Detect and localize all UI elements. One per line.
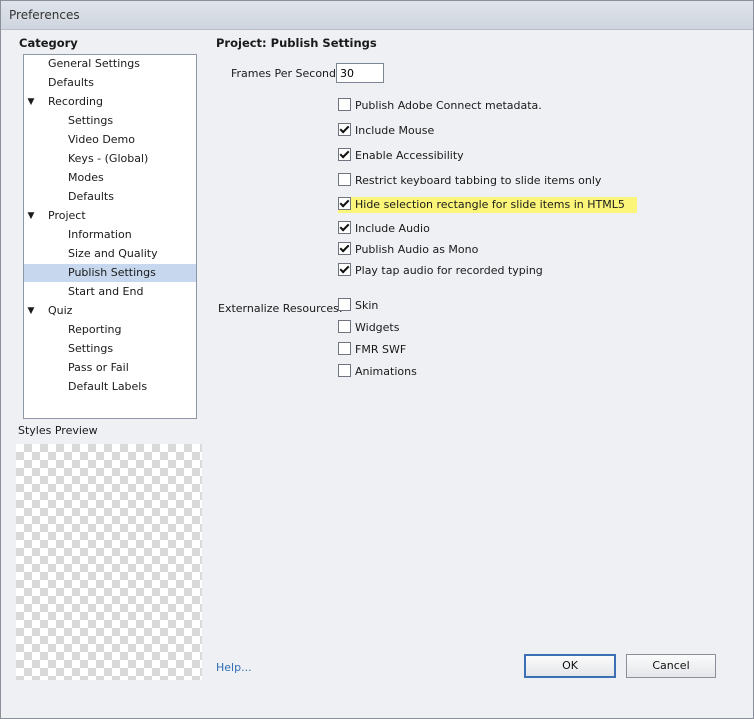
tree-item-label: Keys - (Global) xyxy=(68,152,149,165)
frames-per-second-input[interactable] xyxy=(336,63,384,83)
tree-item-reporting[interactable]: Reporting xyxy=(24,321,196,339)
tree-item-start-and-end[interactable]: Start and End xyxy=(24,283,196,301)
checkbox-label: Publish Audio as Mono xyxy=(355,243,479,256)
option-include-mouse[interactable]: Include Mouse xyxy=(338,123,434,139)
help-link[interactable]: Help... xyxy=(216,661,252,674)
tree-item-label: Reporting xyxy=(68,323,122,336)
checkbox-label: Hide selection rectangle for slide items… xyxy=(355,198,625,211)
styles-preview xyxy=(16,444,202,680)
checkbox[interactable] xyxy=(338,221,351,234)
checkbox[interactable] xyxy=(338,98,351,111)
tree-item-label: Default Labels xyxy=(68,380,148,393)
checkbox[interactable] xyxy=(338,242,351,255)
externalize-resources-label: Externalize Resources: xyxy=(218,302,343,315)
checkbox[interactable] xyxy=(338,364,351,377)
category-tree[interactable]: General Settings Defaults ▼ Recording Settin… xyxy=(23,54,197,419)
checkbox-label: Publish Adobe Connect metadata. xyxy=(355,99,542,112)
category-header: Category xyxy=(19,36,78,50)
option-publish-adobe-connect-metadata[interactable]: Publish Adobe Connect metadata. xyxy=(338,98,542,114)
checkbox-label: Widgets xyxy=(355,321,400,334)
option-hide-selection-rectangle-for-slide-items-in-html5[interactable]: Hide selection rectangle for slide items… xyxy=(338,197,637,213)
tree-item-video-demo[interactable]: Video Demo xyxy=(24,131,196,149)
checkbox[interactable] xyxy=(338,173,351,186)
styles-preview-label: Styles Preview xyxy=(18,424,98,437)
tree-item-project[interactable]: ▼ Project xyxy=(24,207,196,225)
tree-item-settings[interactable]: Settings xyxy=(24,112,196,130)
tree-item-size-and-quality[interactable]: Size and Quality xyxy=(24,245,196,263)
checkbox[interactable] xyxy=(338,298,351,311)
tree-item-label: Pass or Fail xyxy=(68,361,129,374)
checkbox-label: Include Mouse xyxy=(355,124,435,137)
preferences-dialog: Preferences Category General Settings Def… xyxy=(0,0,754,719)
tree-item-label: General Settings xyxy=(48,57,140,70)
tree-item-general-settings[interactable]: General Settings xyxy=(24,55,196,73)
checkbox[interactable] xyxy=(338,148,351,161)
option-play-tap-audio-for-recorded-typing[interactable]: Play tap audio for recorded typing xyxy=(338,263,543,279)
expand-triangle-icon[interactable]: ▼ xyxy=(26,302,36,320)
option-include-audio[interactable]: Include Audio xyxy=(338,221,430,237)
tree-item-label: Settings xyxy=(68,114,114,127)
expand-triangle-icon[interactable]: ▼ xyxy=(26,207,36,225)
checkbox-label: FMR SWF xyxy=(355,343,407,356)
window-title: Preferences xyxy=(9,8,80,22)
externalize-skin[interactable]: Skin xyxy=(338,298,378,314)
option-publish-audio-as-mono[interactable]: Publish Audio as Mono xyxy=(338,242,478,258)
dialog-body: Category General Settings Defaults ▼ Record… xyxy=(6,30,748,714)
tree-item-keys-global[interactable]: Keys - (Global) xyxy=(24,150,196,168)
section-title: Project: Publish Settings xyxy=(216,36,377,50)
tree-item-label: Quiz xyxy=(48,304,73,317)
cancel-button[interactable]: Cancel xyxy=(626,654,716,678)
tree-item-label: Defaults xyxy=(68,190,114,203)
option-enable-accessibility[interactable]: Enable Accessibility xyxy=(338,148,464,164)
tree-item-modes[interactable]: Modes xyxy=(24,169,196,187)
tree-item-defaults[interactable]: Defaults xyxy=(24,74,196,92)
tree-item-recording[interactable]: ▼ Recording xyxy=(24,93,196,111)
checkbox[interactable] xyxy=(338,342,351,355)
tree-item-label: Size and Quality xyxy=(68,247,158,260)
tree-item-quiz[interactable]: ▼ Quiz xyxy=(24,302,196,320)
tree-item-label: Project xyxy=(48,209,86,222)
tree-item-default-labels[interactable]: Default Labels xyxy=(24,378,196,396)
checkbox-label: Include Audio xyxy=(355,222,430,235)
checkbox-label: Skin xyxy=(355,299,379,312)
tree-item-label: Settings xyxy=(68,342,114,355)
tree-item-publish-settings[interactable]: Publish Settings xyxy=(24,264,196,282)
tree-item-label: Defaults xyxy=(48,76,94,89)
externalize-widgets[interactable]: Widgets xyxy=(338,320,399,336)
tree-item-label: Video Demo xyxy=(68,133,135,146)
option-restrict-keyboard-tabbing-to-slide-items-only[interactable]: Restrict keyboard tabbing to slide items… xyxy=(338,173,601,189)
checkbox-label: Play tap audio for recorded typing xyxy=(355,264,543,277)
checkbox-label: Enable Accessibility xyxy=(355,149,464,162)
tree-item-label: Start and End xyxy=(68,285,144,298)
ok-button[interactable]: OK xyxy=(524,654,616,678)
tree-item-label: Information xyxy=(68,228,132,241)
tree-item-settings[interactable]: Settings xyxy=(24,340,196,358)
tree-item-label: Recording xyxy=(48,95,104,108)
tree-item-label: Publish Settings xyxy=(68,266,156,279)
checkbox[interactable] xyxy=(338,123,351,136)
tree-item-defaults[interactable]: Defaults xyxy=(24,188,196,206)
checkbox-label: Restrict keyboard tabbing to slide items… xyxy=(355,174,602,187)
tree-item-label: Modes xyxy=(68,171,104,184)
expand-triangle-icon[interactable]: ▼ xyxy=(26,93,36,111)
checkbox[interactable] xyxy=(338,197,351,210)
tree-item-information[interactable]: Information xyxy=(24,226,196,244)
tree-item-pass-or-fail[interactable]: Pass or Fail xyxy=(24,359,196,377)
checkbox[interactable] xyxy=(338,263,351,276)
checkbox[interactable] xyxy=(338,320,351,333)
externalize-fmr-swf[interactable]: FMR SWF xyxy=(338,342,406,358)
title-bar[interactable]: Preferences xyxy=(1,1,753,30)
checkbox-label: Animations xyxy=(355,365,417,378)
externalize-animations[interactable]: Animations xyxy=(338,364,417,380)
frames-per-second-label: Frames Per Second: xyxy=(231,67,340,80)
